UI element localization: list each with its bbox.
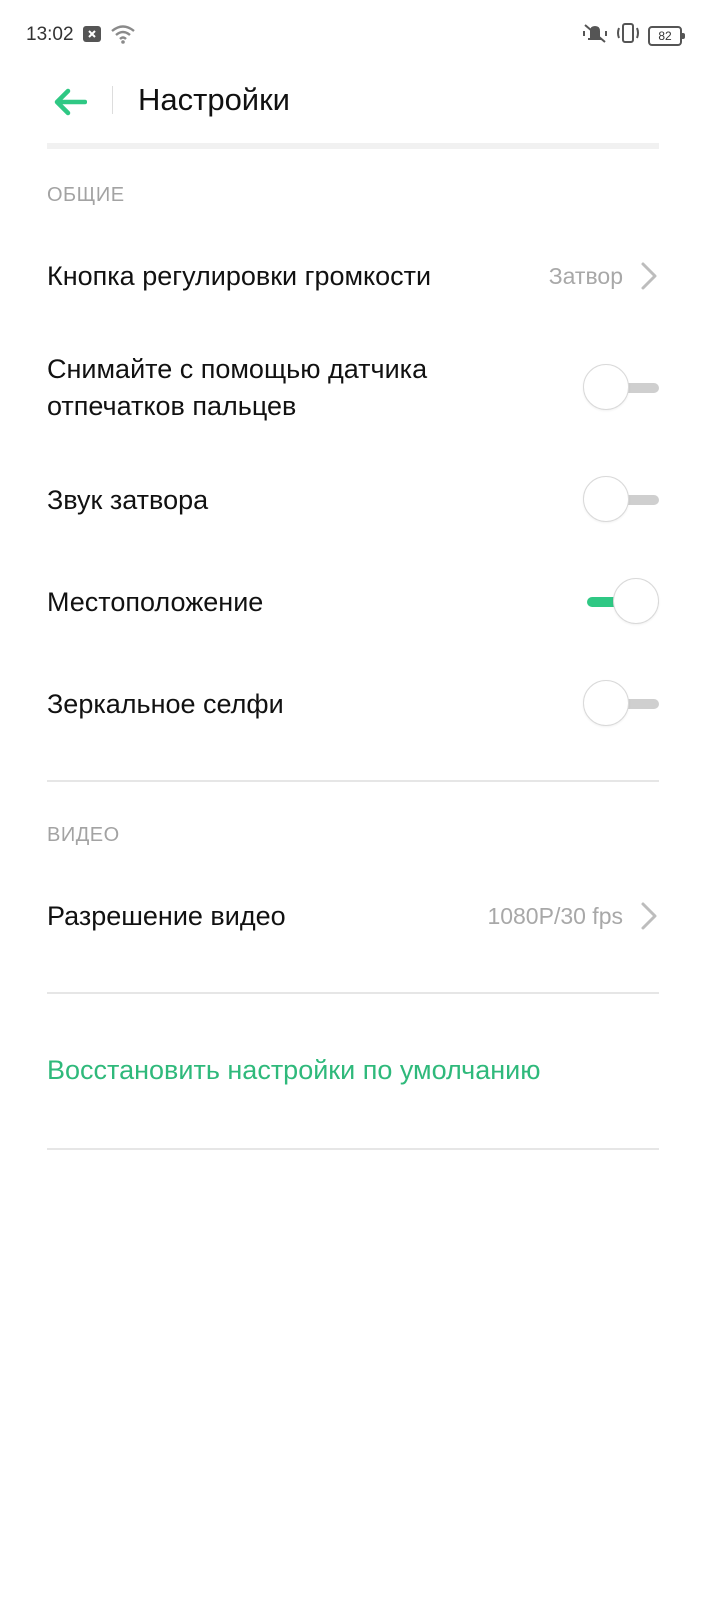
section-divider xyxy=(47,992,659,994)
fingerprint-shoot-toggle[interactable] xyxy=(583,364,659,412)
chevron-right-icon xyxy=(639,901,659,931)
rotate-icon xyxy=(616,22,640,49)
volume-button-value: Затвор xyxy=(548,262,623,289)
mirror-selfie-toggle[interactable] xyxy=(583,680,659,728)
location-setting[interactable]: Местоположение xyxy=(47,578,659,626)
shutter-sound-label: Звук затвора xyxy=(47,484,209,515)
app-bar: Настройки xyxy=(0,70,720,142)
fingerprint-shoot-setting[interactable]: Снимайте с помощью датчика отпечатков па… xyxy=(47,348,659,428)
wifi-icon xyxy=(110,24,136,49)
section-divider xyxy=(47,780,659,782)
location-toggle[interactable] xyxy=(583,578,659,626)
header-divider xyxy=(47,143,659,149)
status-time: 13:02 xyxy=(26,24,74,45)
shutter-sound-setting[interactable]: Звук затвора xyxy=(47,476,659,524)
page-title: Настройки xyxy=(138,82,291,117)
video-resolution-label: Разрешение видео xyxy=(47,900,286,931)
volume-button-label: Кнопка регулировки громкости xyxy=(47,260,432,291)
battery-icon: 82 xyxy=(648,25,685,46)
arrow-left-icon xyxy=(53,88,88,121)
volume-button-setting[interactable]: Кнопка регулировки громкости Затвор xyxy=(47,254,659,298)
chevron-right-icon xyxy=(639,261,659,291)
bottom-divider xyxy=(47,1148,659,1150)
shutter-sound-toggle[interactable] xyxy=(583,476,659,524)
back-button[interactable] xyxy=(46,80,94,128)
section-header-general: ОБЩИЕ xyxy=(47,184,125,206)
fingerprint-shoot-label: Снимайте с помощью датчика отпечатков па… xyxy=(47,354,428,421)
status-bar: 13:02 82 xyxy=(0,0,720,70)
mirror-selfie-label: Зеркальное селфи xyxy=(47,688,284,719)
vibrate-icon xyxy=(582,22,608,49)
reset-defaults-button[interactable]: Восстановить настройки по умолчанию xyxy=(47,1052,541,1089)
app-bar-divider xyxy=(112,86,113,114)
video-resolution-setting[interactable]: Разрешение видео 1080P/30 fps xyxy=(47,894,659,938)
video-resolution-value: 1080P/30 fps xyxy=(487,902,623,929)
location-label: Местоположение xyxy=(47,586,264,617)
mirror-selfie-setting[interactable]: Зеркальное селфи xyxy=(47,680,659,728)
section-header-video: ВИДЕО xyxy=(47,824,120,846)
notification-icon xyxy=(82,25,102,48)
